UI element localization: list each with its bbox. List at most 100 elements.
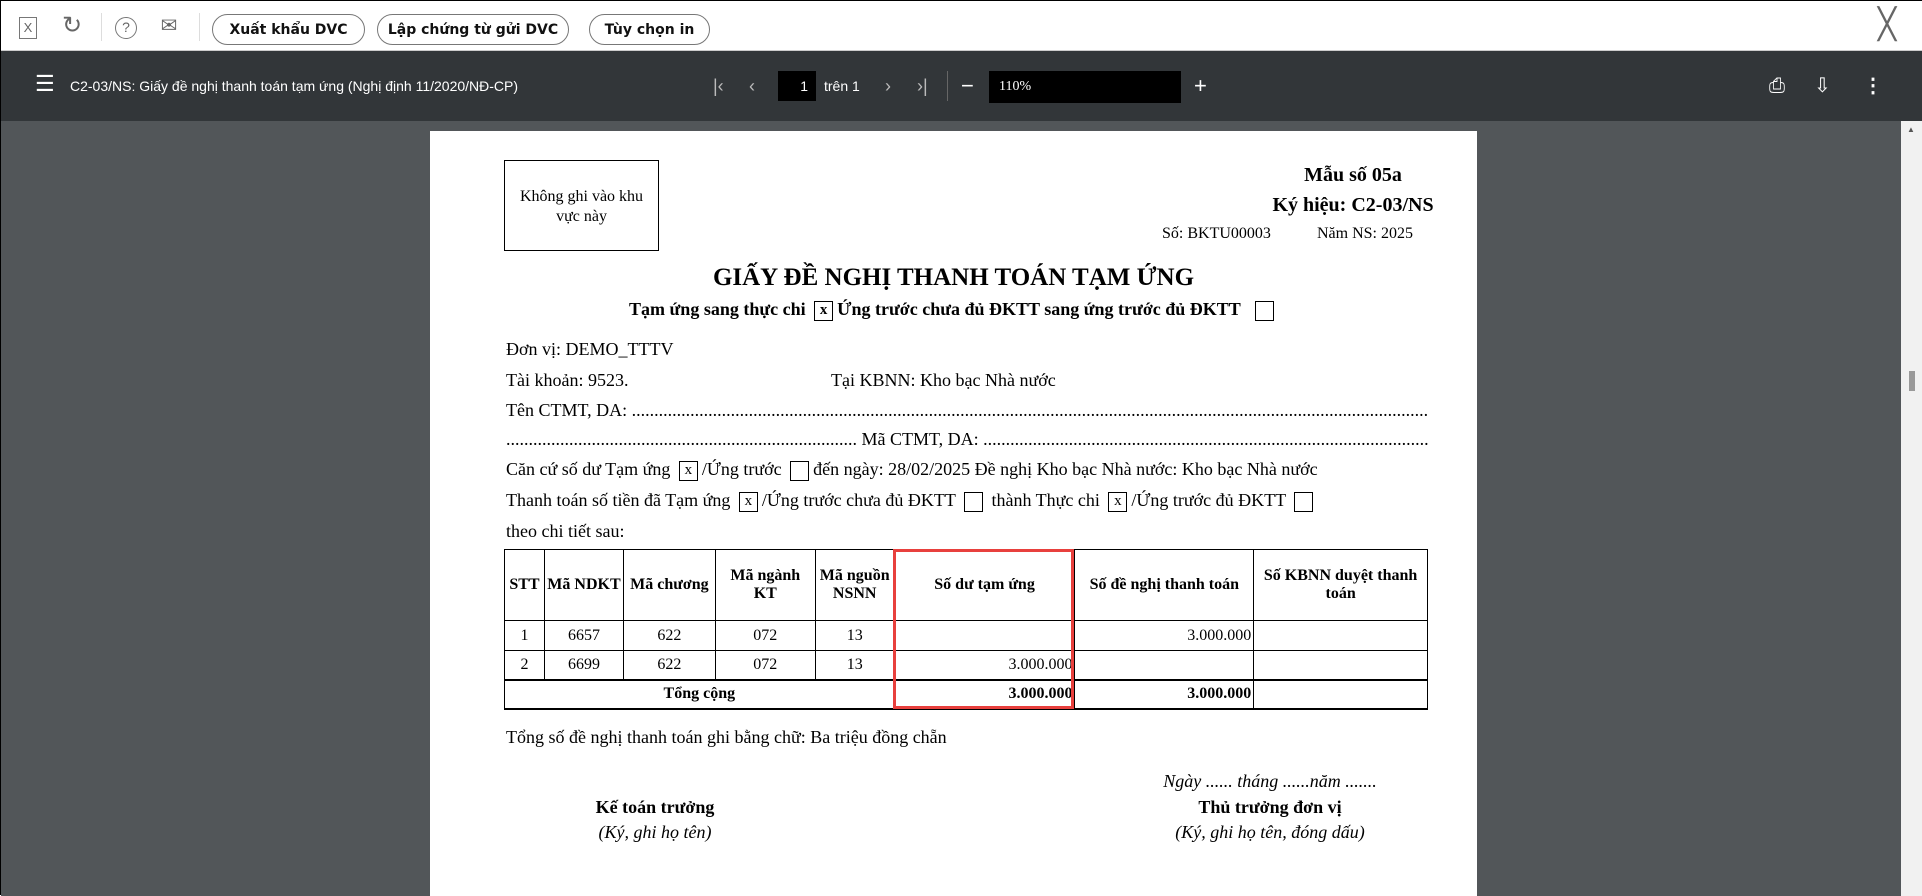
reserved-box: Không ghi vào khu vực này [504,160,659,251]
document-number: Số: BKTU00003 [1162,225,1271,242]
total-row: Tổng cộng 3.000.000 3.000.000 [504,678,1428,710]
email-icon[interactable]: ✉ [157,14,181,38]
last-page-icon[interactable]: ›| [917,75,928,97]
print-icon[interactable]: ⎙ [1769,75,1785,97]
zoom-input[interactable]: 110% [989,71,1181,103]
more-options-icon[interactable]: ⋮ [1863,75,1883,97]
cell: 3.000.000 [1074,620,1255,651]
checkbox [964,491,984,512]
payment-line: Thanh toán số tiền đã Tạm ứng x/Ứng trướ… [506,490,1317,512]
treasury: Tại KBNN: Kho bạc Nhà nước [831,370,1056,390]
close-icon[interactable]: ╳ [1875,10,1899,40]
cell: 13 [814,650,895,680]
divider [947,71,948,101]
first-page-icon[interactable]: |‹ [713,75,724,97]
checkbox [1294,491,1314,512]
divider [101,13,102,41]
prev-page-icon[interactable]: ‹ [749,75,755,97]
table-row: 2 6699 622 072 13 3.000.000 [504,650,1428,680]
subtitle-part: Tạm ứng sang thực chi [629,299,806,319]
amount-in-words: Tổng số đề nghị thanh toán ghi bằng chữ:… [506,727,947,747]
chief-accountant-note: (Ký, ghi họ tên) [598,822,712,842]
scroll-up-icon[interactable]: ▲ [1907,125,1915,134]
basis-line: Căn cứ số dư Tạm ứng x/Ứng trước đến ngà… [506,459,1318,481]
subtitle-part: Ứng trước chưa đủ ĐKTT sang ứng trước đủ… [837,299,1241,319]
program-name: Tên CTMT, DA: ..........................… [506,400,1428,420]
cell: 072 [714,650,816,680]
create-voucher-dvc-button[interactable]: Lập chứng từ gửi DVC [377,14,569,45]
download-icon[interactable]: ⇩ [1814,75,1831,97]
checkbox [1255,300,1274,321]
page-count: trên 1 [824,78,860,94]
text: Thanh toán số tiền đã Tạm ứng [506,490,731,510]
refresh-icon[interactable]: ↻ [60,14,84,38]
zoom-out-icon[interactable]: − [961,75,974,97]
scroll-thumb[interactable] [1909,371,1915,391]
excel-icon[interactable]: X [16,14,40,39]
divider [199,13,200,41]
header-sector: Mã ngành KT [714,549,816,621]
vertical-scrollbar[interactable]: ▲ [1901,121,1922,896]
header-stt: STT [504,549,545,621]
table-header: STT Mã NDKT Mã chương Mã ngành KT Mã ngu… [504,549,1428,621]
pdf-viewer-toolbar: ☰ C2-03/NS: Giấy đề nghị thanh toán tạm … [1,51,1922,121]
menu-icon[interactable]: ☰ [35,73,55,95]
checkbox: x [738,491,758,512]
export-dvc-button[interactable]: Xuất khẩu DVC [212,14,365,45]
top-toolbar: X ↻ ? ✉ Xuất khẩu DVC Lập chứng từ gửi D… [1,1,1922,51]
unit: Đơn vị: DEMO_TTTV [506,339,674,359]
cell: 072 [714,620,816,651]
text: /Ứng trước chưa đủ ĐKTT [761,490,956,510]
program-name-label: Tên CTMT, DA: [506,400,628,420]
program-code-label: Mã CTMT, DA: [861,429,979,449]
date-line: Ngày ...... tháng ......năm ....... [1163,771,1377,791]
header-approved: Số KBNN duyệt thanh toán [1253,549,1428,621]
header-chapter: Mã chương [622,549,716,621]
next-page-icon[interactable]: › [885,75,891,97]
cell: 13 [814,620,895,651]
total-balance: 3.000.000 [893,678,1076,710]
page-input[interactable]: 1 [778,71,816,101]
cell: 622 [622,650,716,680]
cell: 622 [622,620,716,651]
subtitle: Tạm ứng sang thực chi x Ứng trước chưa đủ… [430,299,1477,321]
cell: 6657 [543,620,624,651]
total-label: Tổng cộng [504,678,895,710]
cell: 6699 [543,650,624,680]
text: Căn cứ số dư Tạm ứng [506,459,671,479]
header-source: Mã nguồn NSNN [814,549,895,621]
cell [1253,620,1428,651]
form-number: Mẫu số 05a [1304,164,1402,186]
program-code: ........................................… [506,429,1428,449]
cell: 1 [504,620,545,651]
help-icon[interactable]: ? [114,14,138,39]
head-of-unit-title: Thủ trưởng đơn vị [1198,797,1342,817]
detail-table: STT Mã NDKT Mã chương Mã ngành KT Mã ngu… [504,549,1428,710]
detail-label: theo chi tiết sau: [506,521,625,541]
checkbox [790,460,810,481]
text: đến ngày: 28/02/2025 Đề nghị Kho bạc Nhà… [813,459,1318,479]
header-balance: Số dư tạm ứng [893,549,1076,621]
cell [1074,650,1255,680]
checkbox: x [1108,491,1128,512]
text: /Ứng trước [701,459,782,479]
zoom-in-icon[interactable]: + [1194,75,1207,97]
document-title: C2-03/NS: Giấy đề nghị thanh toán tạm ứn… [70,78,519,94]
chief-accountant-title: Kế toán trưởng [595,797,715,817]
text: thành Thực chi [991,490,1100,510]
cell [893,620,1076,651]
head-of-unit-note: (Ký, ghi họ tên, đóng dấu) [1175,822,1365,842]
total-request: 3.000.000 [1074,678,1255,710]
checkbox: x [678,460,698,481]
print-options-button[interactable]: Tùy chọn in [589,14,710,45]
budget-year: Năm NS: 2025 [1317,225,1413,242]
form-symbol: Ký hiệu: C2-03/NS [1272,194,1434,216]
account: Tài khoản: 9523. [506,370,629,390]
document-page: Không ghi vào khu vực này Mẫu số 05a Ký … [430,131,1477,896]
cell: 3.000.000 [893,650,1076,680]
header-request: Số đề nghị thanh toán [1074,549,1255,621]
document-viewport: Không ghi vào khu vực này Mẫu số 05a Ký … [1,121,1901,896]
cell [1253,678,1428,710]
document-title: GIẤY ĐỀ NGHỊ THANH TOÁN TẠM ỨNG [712,264,1195,291]
cell [1253,650,1428,680]
